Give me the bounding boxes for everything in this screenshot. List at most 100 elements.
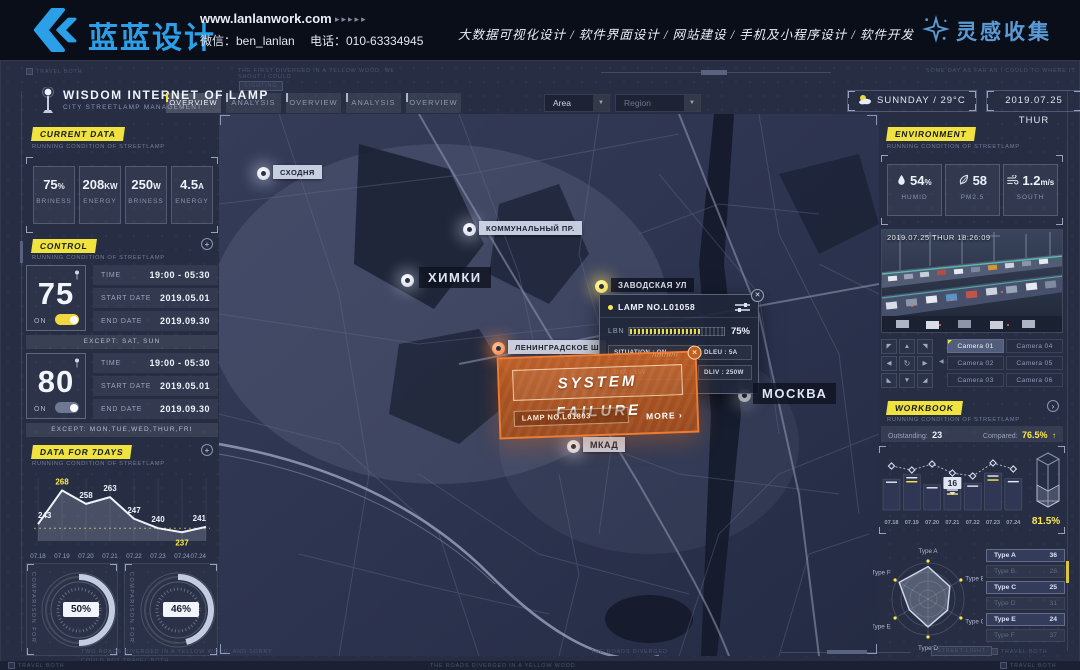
svg-text:07.24: 07.24 xyxy=(1006,520,1021,526)
decor-text: SOME DAY AS FAR AS I COULD TO WHERE IT xyxy=(926,68,1076,74)
lamp-pin-failure[interactable] xyxy=(492,342,505,355)
legend-type-f[interactable]: Type F37 xyxy=(986,629,1065,642)
website-link[interactable]: www.lanlanwork.com xyxy=(200,11,332,26)
collapse-arrow-icon[interactable]: ◀ xyxy=(939,358,944,365)
camera-03-button[interactable]: Camera 03 xyxy=(947,373,1004,387)
popup-close-button[interactable]: ✕ xyxy=(751,289,764,302)
pan-right-button[interactable]: ▶ xyxy=(917,356,933,371)
panel-subtitle: RUNNING CONDITION OF STREETLAMP xyxy=(32,461,165,467)
tank-cube-graphic xyxy=(1033,449,1063,513)
camera-05-button[interactable]: Camera 05 xyxy=(1006,356,1063,370)
legend-type-a[interactable]: Type A36 xyxy=(986,549,1065,562)
map-label-moskva[interactable]: МОСКВА xyxy=(753,383,836,404)
left-scroll-track[interactable] xyxy=(21,91,22,651)
state-label: ON xyxy=(34,318,47,325)
svg-text:07.20: 07.20 xyxy=(925,520,939,526)
decor-slider-track[interactable] xyxy=(601,72,831,73)
decor-progress-track[interactable] xyxy=(781,652,911,653)
lamp-toggle[interactable] xyxy=(55,314,79,325)
pan-down-right-button[interactable]: ◢ xyxy=(917,373,933,388)
tab-analysis-2[interactable]: ANALYSIS xyxy=(346,93,401,113)
tab-analysis-1[interactable]: ANALYSIS xyxy=(226,93,281,113)
lamp-toggle[interactable] xyxy=(55,402,79,413)
right-scroll-track[interactable] xyxy=(1067,91,1068,651)
chevron-right-icon: › xyxy=(679,410,683,420)
legend-type-b[interactable]: Type B28 xyxy=(986,565,1065,578)
legend-type-d[interactable]: Type D31 xyxy=(986,597,1065,610)
weather-text: SUNNDAY / 29°C xyxy=(877,95,966,106)
settings-sliders-icon[interactable] xyxy=(735,302,750,312)
stat-briness-w: 250W BRINESS xyxy=(125,166,167,224)
gauge-value: 50% xyxy=(63,602,99,617)
decor-checkbox-text: TRAVEL BOTH xyxy=(26,68,82,75)
outstanding-value: 23 xyxy=(932,430,942,440)
traffic-scene xyxy=(882,230,1063,333)
leaf-icon xyxy=(958,174,969,186)
tab-overview-2[interactable]: OVERVIEW xyxy=(286,93,341,113)
panel-subtitle: RUNNING CONDITION OF STREETLAMP xyxy=(32,144,165,150)
workbook-next-button[interactable]: › xyxy=(1047,400,1059,412)
legend-type-e[interactable]: Type E24 xyxy=(986,613,1065,626)
brand-name: 蓝蓝设计 xyxy=(88,13,216,57)
weather-box: SUNNDAY / 29°C xyxy=(847,90,977,112)
map-label-kommunalny[interactable]: КОММУНАЛЬНЫЙ ПР. xyxy=(479,221,582,235)
comparison-gauge-2: COMPARISON FOR 46% xyxy=(124,563,218,656)
brightness-label: LBN xyxy=(608,328,628,335)
camera-01-button[interactable]: Camera 01 xyxy=(947,339,1004,353)
reset-view-button[interactable]: ↻ xyxy=(899,356,915,371)
area-select[interactable]: Area ▼ xyxy=(544,94,610,112)
pan-left-button[interactable]: ◀ xyxy=(881,356,897,371)
lamp-pin[interactable] xyxy=(463,223,476,236)
control-row-end: END DATE2019.09.30 xyxy=(93,311,218,331)
pan-down-left-button[interactable]: ◣ xyxy=(881,373,897,388)
svg-text:16: 16 xyxy=(948,478,958,488)
screen: 蓝蓝设计 www.lanlanwork.com ▸▸▸▸▸ 微信：ben_lan… xyxy=(0,0,1080,670)
legend-type-c[interactable]: Type C25 xyxy=(986,581,1065,594)
stat-energy-a: 4.5A ENERGY xyxy=(171,166,213,224)
date-text: 2019.07.25 THUR xyxy=(1005,95,1063,126)
lamp-pin[interactable] xyxy=(257,167,270,180)
decor-text: THE ROADS DIVERGED xyxy=(591,649,668,655)
map-label-khimki[interactable]: ХИМКИ xyxy=(419,267,491,288)
pan-up-right-button[interactable]: ◥ xyxy=(917,339,933,354)
tab-overview-3[interactable]: OVERVIEW xyxy=(406,93,461,113)
lamp-pin[interactable] xyxy=(567,440,580,453)
popup-field-dleu: DLEU : 5A xyxy=(698,345,752,360)
svg-text:241: 241 xyxy=(193,514,207,523)
camera-04-button[interactable]: Camera 04 xyxy=(1006,339,1063,353)
svg-text:247: 247 xyxy=(127,506,141,515)
panel-subtitle: RUNNING CONDITION OF STREETLAMP xyxy=(887,417,1020,423)
map-label-zavodskaya[interactable]: ЗАВОДСКАЯ УЛ xyxy=(611,278,694,292)
camera-06-button[interactable]: Camera 06 xyxy=(1006,373,1063,387)
brightness-bar[interactable] xyxy=(628,327,725,336)
map-label-mkad[interactable]: МКАД xyxy=(583,437,625,452)
phone-contact: 电话：010-63334945 xyxy=(310,32,423,49)
chevron-down-icon: ▼ xyxy=(593,95,609,111)
decor-text: TWO ROADS DIVERGED IN A YELLOW WOOD, AND… xyxy=(81,649,273,655)
7days-add-button[interactable]: + xyxy=(201,444,213,456)
map-label-leningradskoe[interactable]: ЛЕНИНГРАДСКОЕ Ш xyxy=(508,340,606,354)
alert-more-button[interactable]: MORE › xyxy=(646,410,683,421)
svg-text:07.24: 07.24 xyxy=(174,553,190,560)
inspiration-collect-label[interactable]: 灵感收集 xyxy=(956,16,1052,46)
region-select[interactable]: Region ▼ xyxy=(615,94,701,112)
svg-text:07.18: 07.18 xyxy=(885,520,899,526)
tab-overview-1[interactable]: OVERVIEW xyxy=(166,93,221,113)
dim-level-value: 80 xyxy=(27,364,85,400)
camera-02-button[interactable]: Camera 02 xyxy=(947,356,1004,370)
gauge-label: COMPARISON FOR xyxy=(30,572,36,643)
control-add-button[interactable]: + xyxy=(201,238,213,250)
pan-down-button[interactable]: ▼ xyxy=(899,373,915,388)
pan-up-button[interactable]: ▲ xyxy=(899,339,915,354)
lamp-pin-warning[interactable] xyxy=(595,280,608,293)
svg-text:07.19: 07.19 xyxy=(54,553,70,560)
map-label-skhodnya[interactable]: СХОДНЯ xyxy=(273,165,322,179)
svg-text:258: 258 xyxy=(79,491,93,500)
svg-text:237: 237 xyxy=(175,538,189,547)
camera-video-feed[interactable] xyxy=(881,229,1063,333)
dim-level-box-2: 80 ON xyxy=(26,353,86,419)
panel-title-environment: ENVIRONMENT xyxy=(886,127,976,141)
lamp-pin[interactable] xyxy=(401,274,414,287)
control-row-end: END DATE2019.09.30 xyxy=(93,399,218,419)
pan-up-left-button[interactable]: ◤ xyxy=(881,339,897,354)
